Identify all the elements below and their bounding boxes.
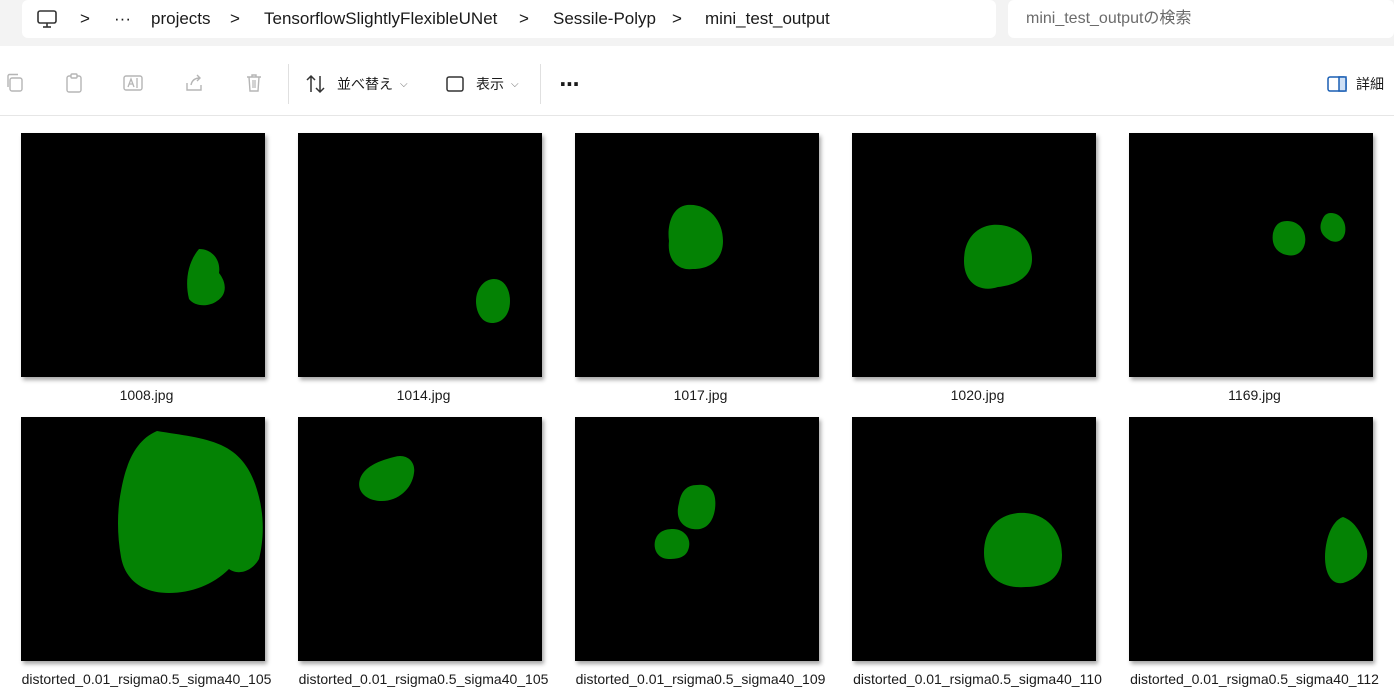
rename-icon[interactable]: [122, 72, 144, 94]
file-name[interactable]: 1014.jpg: [285, 387, 562, 403]
breadcrumb[interactable]: > ··· projects > TensorflowSlightlyFlexi…: [22, 0, 996, 38]
thumbnail-distorted-109[interactable]: [575, 417, 819, 661]
chevron-right-icon[interactable]: >: [672, 0, 682, 38]
thumbnail-1017[interactable]: [575, 133, 819, 377]
toolbar-divider: [540, 64, 541, 104]
chevron-right-icon[interactable]: >: [230, 0, 240, 38]
search-input[interactable]: mini_test_outputの検索: [1026, 0, 1191, 38]
chevron-down-icon: ⌵: [400, 78, 408, 90]
thumbnail-distorted-110[interactable]: [852, 417, 1096, 661]
paste-icon[interactable]: [63, 72, 85, 94]
mask-image: [476, 279, 510, 323]
chevron-right-icon[interactable]: >: [519, 0, 529, 38]
breadcrumb-tensorflow-unet[interactable]: TensorflowSlightlyFlexibleUNet: [264, 0, 497, 38]
thumbnail-distorted-105-b[interactable]: [298, 417, 542, 661]
mask-image: [984, 512, 1062, 588]
sort-label: 並べ替え: [337, 77, 393, 93]
view-icon: [446, 76, 464, 92]
file-name[interactable]: distorted_0.01_rsigma0.5_sigma40_105: [8, 671, 285, 687]
sort-icon: [306, 74, 325, 94]
command-bar: 並べ替え ⌵ 表示 ⌵ ··· 詳細: [0, 50, 1394, 116]
chevron-down-icon: ⌵: [511, 78, 519, 90]
search-box[interactable]: mini_test_outputの検索: [1008, 0, 1394, 38]
breadcrumb-mini-test-output[interactable]: mini_test_output: [705, 0, 830, 38]
details-pane-icon: [1327, 76, 1347, 92]
details-button[interactable]: 詳細: [1326, 70, 1384, 98]
file-name[interactable]: distorted_0.01_rsigma0.5_sigma40_110: [839, 671, 1116, 687]
toolbar-divider: [288, 64, 289, 104]
thumbnail-distorted-105-a[interactable]: [21, 417, 265, 661]
file-name[interactable]: 1017.jpg: [562, 387, 839, 403]
address-row: > ··· projects > TensorflowSlightlyFlexi…: [0, 0, 1394, 46]
copy-icon[interactable]: [4, 72, 26, 94]
file-name[interactable]: 1169.jpg: [1116, 387, 1393, 403]
breadcrumb-sessile-polyp[interactable]: Sessile-Polyp: [553, 0, 656, 38]
mask-image: [1325, 517, 1368, 584]
delete-icon[interactable]: [243, 72, 265, 94]
thumbnail-distorted-112[interactable]: [1129, 417, 1373, 661]
thumbnail-1169[interactable]: [1129, 133, 1373, 377]
mask-image: [964, 224, 1032, 289]
breadcrumb-overflow[interactable]: ···: [114, 0, 131, 38]
computer-icon[interactable]: [36, 8, 58, 30]
view-button[interactable]: 表示 ⌵: [444, 70, 519, 98]
details-label: 詳細: [1356, 77, 1384, 93]
file-name[interactable]: 1008.jpg: [8, 387, 285, 403]
file-name[interactable]: distorted_0.01_rsigma0.5_sigma40_105: [285, 671, 562, 687]
chevron-right-icon[interactable]: >: [80, 0, 90, 38]
mask-image: [359, 455, 415, 501]
thumbnail-1008[interactable]: [21, 133, 265, 377]
mask-image: [668, 204, 723, 270]
mask-image: [1272, 213, 1346, 256]
file-name[interactable]: 1020.jpg: [839, 387, 1116, 403]
breadcrumb-projects[interactable]: projects: [151, 0, 211, 38]
sort-button[interactable]: 並べ替え ⌵: [305, 70, 408, 98]
mask-image: [118, 431, 263, 593]
thumbnail-1014[interactable]: [298, 133, 542, 377]
file-name[interactable]: distorted_0.01_rsigma0.5_sigma40_112: [1116, 671, 1393, 687]
more-options-button[interactable]: ···: [559, 70, 580, 98]
file-name[interactable]: distorted_0.01_rsigma0.5_sigma40_109: [562, 671, 839, 687]
share-icon[interactable]: [183, 72, 205, 94]
mask-image: [654, 484, 716, 559]
mask-image: [187, 249, 225, 306]
view-label: 表示: [476, 77, 504, 93]
thumbnail-1020[interactable]: [852, 133, 1096, 377]
